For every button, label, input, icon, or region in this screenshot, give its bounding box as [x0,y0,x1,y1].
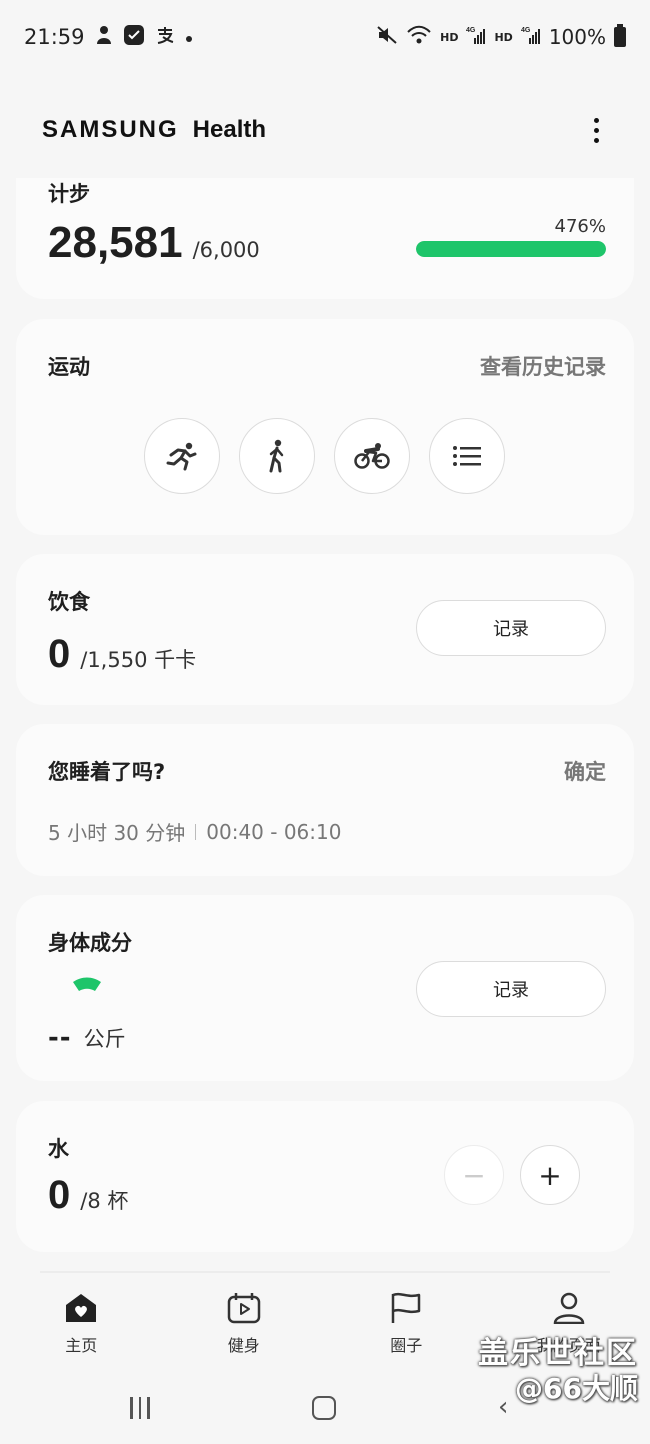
battery-icon [614,24,626,47]
wifi-icon [406,25,432,50]
food-title: 饮食 [48,590,90,614]
running-icon [166,442,197,471]
nav-fitness[interactable]: 健身 [163,1276,326,1372]
sleep-duration: 5 小时 30 分钟 [48,821,186,845]
exercise-card: 运动 查看历史记录 [16,319,634,535]
sleep-card[interactable]: 您睡着了吗? 确定 5 小时 30 分钟 00:40 - 06:10 [16,724,634,876]
recents-icon[interactable] [130,1397,150,1419]
body-value: -- [48,1023,72,1053]
water-title: 水 [48,1137,69,1161]
steps-progress-fill [416,241,606,257]
app-logo: SAMSUNG Health [42,116,266,144]
divider [195,823,197,840]
exercise-list-button[interactable] [429,418,505,494]
list-icon [453,446,481,466]
steps-title: 计步 [48,182,90,206]
body-unit: 公斤 [83,1027,126,1051]
battery-percent: 100% [548,25,606,49]
status-bar: 21:59 HD 4G HD 4G 100% [0,0,650,74]
food-record-button[interactable]: 记录 [416,600,606,656]
water-goal: /8 杯 [80,1189,129,1213]
hd-label: HD [440,30,459,44]
brand-samsung: SAMSUNG [42,116,179,143]
steps-goal: /6,000 [192,238,260,262]
steps-value: 28,581 [48,218,183,267]
water-value: 0 [48,1173,71,1217]
watermark: 盖乐世社区 @66大顺 [478,1336,638,1406]
calendar-play-icon [226,1290,262,1326]
flag-icon [388,1290,424,1326]
water-card[interactable]: 水 0 /8 杯 − + [16,1101,634,1252]
hd-label-2: HD [494,30,513,44]
person-icon [95,25,113,50]
body-record-button[interactable]: 记录 [416,961,606,1017]
signal-icon: 4G [466,25,486,50]
svg-text:4G: 4G [466,27,476,34]
cycling-icon [354,443,390,469]
body-composition-card[interactable]: 身体成分 -- 公斤 记录 [16,895,634,1081]
steps-progress-bar [416,241,606,257]
watermark-line2: @66大顺 [515,1372,638,1405]
food-goal: /1,550 千卡 [80,648,197,672]
home-icon[interactable] [312,1396,336,1420]
next-card-edge [40,1271,610,1273]
nav-home-label: 主页 [65,1336,98,1355]
person-icon [551,1290,587,1326]
food-value: 0 [48,632,71,676]
sleep-title: 您睡着了吗? [48,760,166,784]
check-square-icon [123,24,145,51]
nav-together[interactable]: 圈子 [325,1276,488,1372]
cycling-button[interactable] [334,418,410,494]
status-time: 21:59 [24,25,85,49]
walking-button[interactable] [239,418,315,494]
body-title: 身体成分 [48,931,132,955]
walking-icon [269,439,284,473]
body-gauge-icon [73,977,101,991]
water-plus-button[interactable]: + [520,1145,580,1205]
history-link[interactable]: 查看历史记录 [480,351,606,381]
water-minus-button[interactable]: − [444,1145,504,1205]
nav-home[interactable]: 主页 [0,1276,163,1372]
brand-health: Health [192,116,267,143]
svg-text:4G: 4G [521,27,531,34]
mute-icon [376,25,398,50]
steps-card[interactable]: 计步 28,581 /6,000 476% [16,178,634,299]
exercise-title: 运动 [48,355,90,379]
more-options-icon[interactable] [584,110,608,150]
app-bar: SAMSUNG Health [0,100,650,160]
steps-percent: 476% [554,216,606,237]
food-card[interactable]: 饮食 0 /1,550 千卡 记录 [16,554,634,705]
watermark-line1: 盖乐世社区 [478,1336,638,1371]
sleep-range: 00:40 - 06:10 [206,819,342,844]
running-button[interactable] [144,418,220,494]
signal-icon-2: 4G [521,25,541,50]
sleep-confirm-button[interactable]: 确定 [564,756,606,786]
nav-fitness-label: 健身 [227,1336,260,1355]
home-heart-icon [63,1290,99,1326]
dot-icon [185,27,193,48]
nav-together-label: 圈子 [390,1336,423,1355]
alipay-icon [155,25,175,50]
